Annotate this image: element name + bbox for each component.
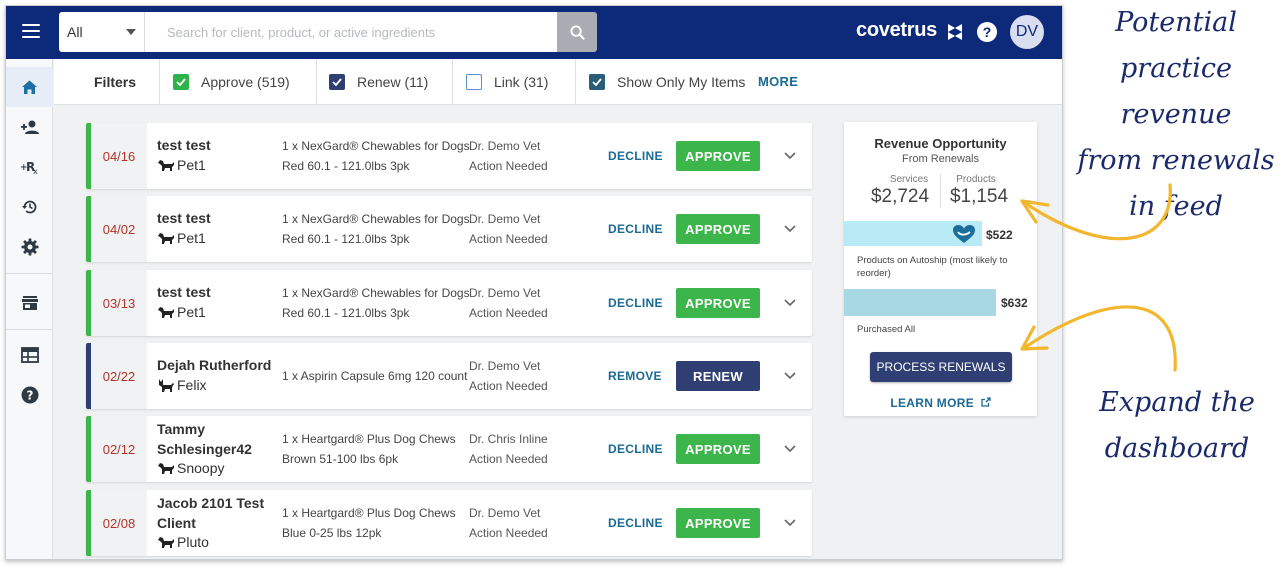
arrow-revenue: [1023, 183, 1172, 241]
annotation-arrows: [1020, 183, 1177, 372]
arrow-expand: [1022, 305, 1177, 372]
arrowhead-revenue: [1020, 199, 1050, 224]
